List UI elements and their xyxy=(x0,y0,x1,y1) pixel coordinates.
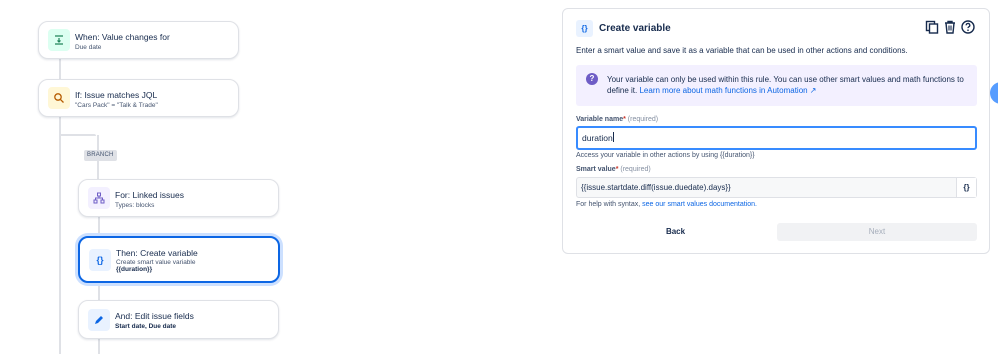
required-hint: (required) xyxy=(627,116,659,123)
branch-label: BRANCH xyxy=(84,150,117,161)
variable-name-label-text: Variable name xyxy=(576,116,624,123)
connector-line xyxy=(59,117,61,354)
variable-name-value: duration xyxy=(582,133,613,143)
connector-line xyxy=(98,216,100,237)
smart-value-label-text: Smart value xyxy=(576,166,616,173)
panel-title: Create variable xyxy=(599,23,671,34)
braces-icon: {} xyxy=(576,20,593,37)
connector-line xyxy=(59,58,61,80)
create-variable-subtitle: Create smart value variable xyxy=(116,259,196,266)
smart-value-text: {{issue.startdate.diff(issue.duedate).da… xyxy=(581,183,731,192)
question-icon: ? xyxy=(586,73,598,85)
edge-handle[interactable] xyxy=(990,82,998,104)
smart-value-insert-button[interactable]: {} xyxy=(956,178,976,197)
braces-icon: {} xyxy=(89,249,111,271)
condition-card[interactable]: If: Issue matches JQL "Cars Pack" = "Tal… xyxy=(38,79,239,117)
info-note: ? Your variable can only be used within … xyxy=(576,65,977,106)
smart-value-input[interactable]: {{issue.startdate.diff(issue.duedate).da… xyxy=(576,177,977,198)
variable-name-input[interactable]: duration xyxy=(576,126,977,150)
branch-card-subtitle: Types: blocks xyxy=(115,202,155,209)
branch-card[interactable]: For: Linked issues Types: blocks xyxy=(78,179,279,217)
panel-description: Enter a smart value and save it as a var… xyxy=(576,46,908,55)
branch-card-title: For: Linked issues xyxy=(115,190,184,200)
duplicate-icon[interactable] xyxy=(925,20,939,34)
trigger-subtitle: Due date xyxy=(75,44,102,51)
value-change-icon xyxy=(48,29,70,51)
info-note-text: Your variable can only be used within th… xyxy=(607,74,967,96)
math-functions-link[interactable]: Learn more about math functions in Autom… xyxy=(639,86,816,95)
connector-line xyxy=(98,338,100,354)
trash-icon[interactable] xyxy=(943,20,957,34)
create-variable-panel: {} Create variable Enter a smart value a… xyxy=(562,8,990,254)
variable-name-label: Variable name* (required) xyxy=(576,116,658,123)
create-variable-card[interactable]: {} Then: Create variable Create smart va… xyxy=(78,236,280,283)
branch-connector xyxy=(60,134,96,136)
smart-value-label: Smart value* (required) xyxy=(576,166,651,173)
back-button[interactable]: Back xyxy=(576,223,775,241)
edit-fields-card[interactable]: And: Edit issue fields Start date, Due d… xyxy=(78,300,279,339)
create-variable-name: {{duration}} xyxy=(116,266,153,273)
text-caret xyxy=(612,132,614,142)
smart-value-help: For help with syntax, see our smart valu… xyxy=(576,201,757,208)
smart-values-doc-link[interactable]: see our smart values documentation. xyxy=(642,201,757,208)
condition-subtitle: "Cars Pack" = "Talk & Trade" xyxy=(75,102,158,109)
hierarchy-icon xyxy=(88,187,110,209)
next-button[interactable]: Next xyxy=(777,223,977,241)
smart-value-help-prefix: For help with syntax, xyxy=(576,201,641,208)
edit-fields-subtitle: Start date, Due date xyxy=(115,323,177,330)
connector-line xyxy=(98,282,100,301)
condition-title: If: Issue matches JQL xyxy=(75,90,158,100)
variable-name-help: Access your variable in other actions by… xyxy=(576,152,755,159)
search-icon xyxy=(48,87,70,109)
required-star: * xyxy=(615,166,619,173)
required-star: * xyxy=(623,116,626,123)
trigger-card[interactable]: When: Value changes for Due date xyxy=(38,21,239,59)
edit-fields-title: And: Edit issue fields xyxy=(115,311,194,321)
trigger-title: When: Value changes for xyxy=(75,32,170,42)
help-icon[interactable] xyxy=(961,20,975,34)
required-hint: (required) xyxy=(620,166,651,173)
pencil-icon xyxy=(88,309,110,331)
create-variable-title: Then: Create variable xyxy=(116,248,198,258)
